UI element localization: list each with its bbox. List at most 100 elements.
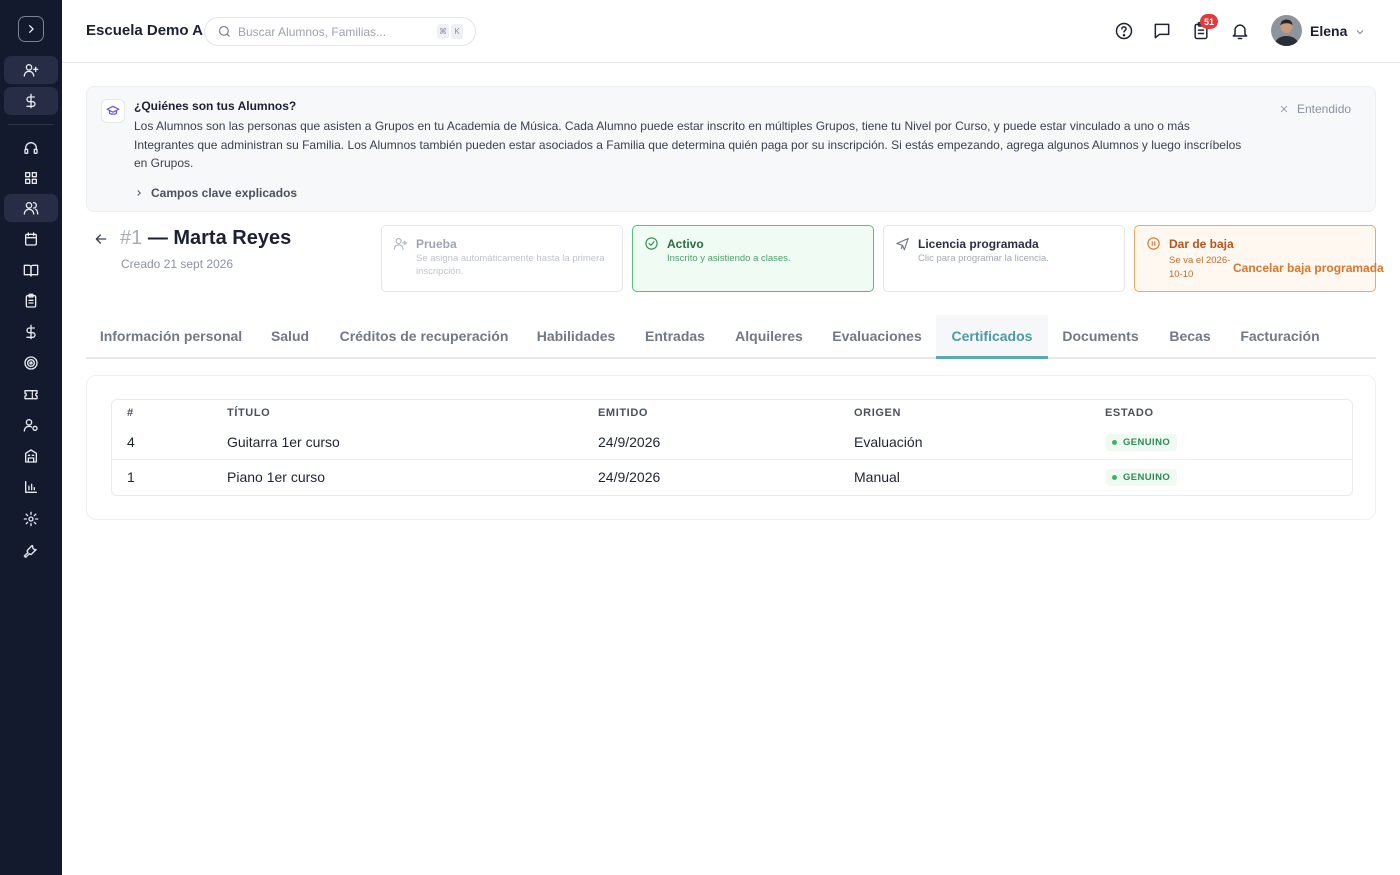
sidebar-item-attendance[interactable] — [4, 287, 58, 315]
chevron-down-icon[interactable] — [1354, 25, 1366, 37]
top-bar: Escuela Demo A ⌘ K 51 Elena — [62, 0, 1400, 63]
cell-title: Guitarra 1er curso — [227, 434, 340, 450]
avatar[interactable] — [1271, 15, 1302, 46]
status-card-trial[interactable]: Prueba Se asigna automáticamente hasta l… — [381, 225, 623, 292]
sidebar-divider — [8, 124, 54, 125]
sidebar-item-goals[interactable] — [4, 349, 58, 377]
bell-icon[interactable] — [1230, 21, 1250, 41]
tasks-count-badge: 51 — [1200, 14, 1218, 29]
sidebar-item-tickets[interactable] — [4, 380, 58, 408]
cell-origin: Manual — [854, 469, 900, 485]
dashboard-icon — [24, 172, 37, 184]
sidebar-item-reports[interactable] — [4, 473, 58, 501]
tab-creditos-recuperacion[interactable]: Créditos de recuperación — [329, 315, 519, 357]
status-card-desc: Se asigna automáticamente hasta la prime… — [416, 253, 605, 277]
table-row[interactable]: 4 Guitarra 1er curso 24/9/2026 Evaluació… — [112, 425, 1352, 460]
status-card-title: Prueba — [416, 237, 457, 251]
sidebar-item-tools[interactable] — [4, 536, 58, 564]
help-icon[interactable] — [1114, 21, 1134, 41]
certificates-panel: # TÍTULO EMITIDO ORIGEN ESTADO 4 Guitarr… — [86, 375, 1376, 520]
bar-chart-icon — [25, 481, 37, 493]
tab-salud[interactable]: Salud — [259, 315, 321, 357]
column-header-issued: EMITIDO — [598, 407, 649, 419]
close-icon — [1280, 105, 1288, 113]
sidebar-item-staff[interactable] — [4, 411, 58, 439]
status-label: GENUINO — [1123, 437, 1171, 448]
user-plus-icon — [23, 63, 39, 77]
sidebar-item-settings[interactable] — [4, 505, 58, 533]
status-card-title: Dar de baja — [1169, 237, 1234, 251]
dollar-icon — [26, 324, 36, 340]
info-banner: ¿Quiénes son tus Alumnos? Los Alumnos so… — [86, 86, 1376, 212]
school-name: Escuela Demo A — [86, 22, 203, 39]
sidebar-item-courses[interactable] — [4, 256, 58, 284]
shortcut-key-cmd: ⌘ — [437, 24, 449, 39]
table-row[interactable]: 1 Piano 1er curso 24/9/2026 Manual GENUI… — [112, 460, 1352, 495]
cancel-scheduled-withdrawal-link[interactable]: Cancelar baja programada — [1233, 261, 1384, 275]
sidebar-item-support[interactable] — [4, 134, 58, 162]
pause-circle-icon — [1146, 236, 1161, 251]
column-header-number: # — [127, 407, 134, 419]
sidebar-item-dashboard[interactable] — [4, 164, 58, 192]
sidebar-item-billing[interactable] — [4, 318, 58, 346]
status-card-desc: Se va el 2026-10-10 — [1169, 255, 1231, 280]
global-search[interactable]: ⌘ K — [204, 17, 476, 46]
sidebar-item-add-student[interactable] — [4, 56, 58, 84]
status-card-withdraw[interactable]: Dar de baja Se va el 2026-10-10 — [1134, 225, 1376, 292]
sidebar — [0, 0, 62, 875]
tab-documents[interactable]: Documents — [1053, 315, 1148, 357]
key-fields-toggle[interactable]: Campos clave explicados — [134, 186, 297, 200]
tab-becas[interactable]: Becas — [1159, 315, 1221, 357]
banner-title: ¿Quiénes son tus Alumnos? — [134, 99, 297, 113]
users-icon — [23, 202, 39, 215]
student-name: — Marta Reyes — [147, 227, 292, 249]
cell-number: 1 — [127, 469, 135, 485]
status-badge: GENUINO — [1106, 434, 1178, 451]
ticket-icon — [24, 390, 38, 400]
shortcut-key-k: K — [451, 24, 463, 39]
cell-issued: 24/9/2026 — [598, 434, 661, 450]
status-card-desc: Inscrito y asistiendo a clases. — [667, 253, 791, 264]
check-circle-icon — [644, 236, 659, 251]
cell-issued: 24/9/2026 — [598, 469, 661, 485]
sidebar-item-calendar[interactable] — [4, 225, 58, 253]
search-icon — [217, 24, 232, 39]
column-header-title: TÍTULO — [227, 407, 271, 419]
chevron-right-icon — [28, 24, 34, 33]
back-arrow-icon[interactable] — [93, 231, 109, 247]
headset-icon — [24, 142, 38, 154]
status-badge: GENUINO — [1106, 469, 1178, 486]
status-card-leave[interactable]: Licencia programada Clic para programar … — [883, 225, 1125, 292]
status-card-active[interactable]: Activo Inscrito y asistiendo a clases. — [632, 225, 874, 292]
status-dot-icon — [1112, 475, 1117, 480]
tab-certificados[interactable]: Certificados — [936, 315, 1048, 359]
sidebar-toggle-button[interactable] — [18, 16, 44, 42]
building-icon — [25, 449, 37, 463]
dismiss-banner-button[interactable]: Entendido — [1279, 102, 1351, 116]
messages-icon[interactable] — [1152, 21, 1172, 41]
chevron-right-icon — [137, 190, 141, 196]
target-icon — [24, 356, 38, 370]
sidebar-item-academy[interactable] — [4, 442, 58, 470]
cell-origin: Evaluación — [854, 434, 923, 450]
sidebar-item-students[interactable] — [4, 194, 58, 222]
status-card-desc: Clic para programar la licencia. — [918, 253, 1049, 264]
student-number: #1 — [120, 227, 143, 249]
student-tabs: Información personal Salud Créditos de r… — [86, 315, 1376, 359]
key-fields-label: Campos clave explicados — [151, 186, 298, 200]
clipboard-icon — [25, 293, 37, 308]
tab-entradas[interactable]: Entradas — [636, 315, 714, 357]
student-title: #1 — Marta Reyes — [120, 227, 291, 250]
tab-alquileres[interactable]: Alquileres — [724, 315, 814, 357]
user-name[interactable]: Elena — [1310, 23, 1347, 39]
status-label: GENUINO — [1123, 472, 1171, 483]
tab-evaluaciones[interactable]: Evaluaciones — [821, 315, 933, 357]
user-plus-icon — [393, 236, 408, 251]
user-settings-icon — [23, 419, 38, 432]
student-created-date: Creado 21 sept 2026 — [121, 257, 234, 271]
search-input[interactable] — [238, 22, 428, 42]
tab-habilidades[interactable]: Habilidades — [524, 315, 628, 357]
sidebar-item-payments[interactable] — [4, 87, 58, 115]
tab-facturacion[interactable]: Facturación — [1230, 315, 1330, 357]
tab-informacion-personal[interactable]: Información personal — [86, 315, 256, 357]
